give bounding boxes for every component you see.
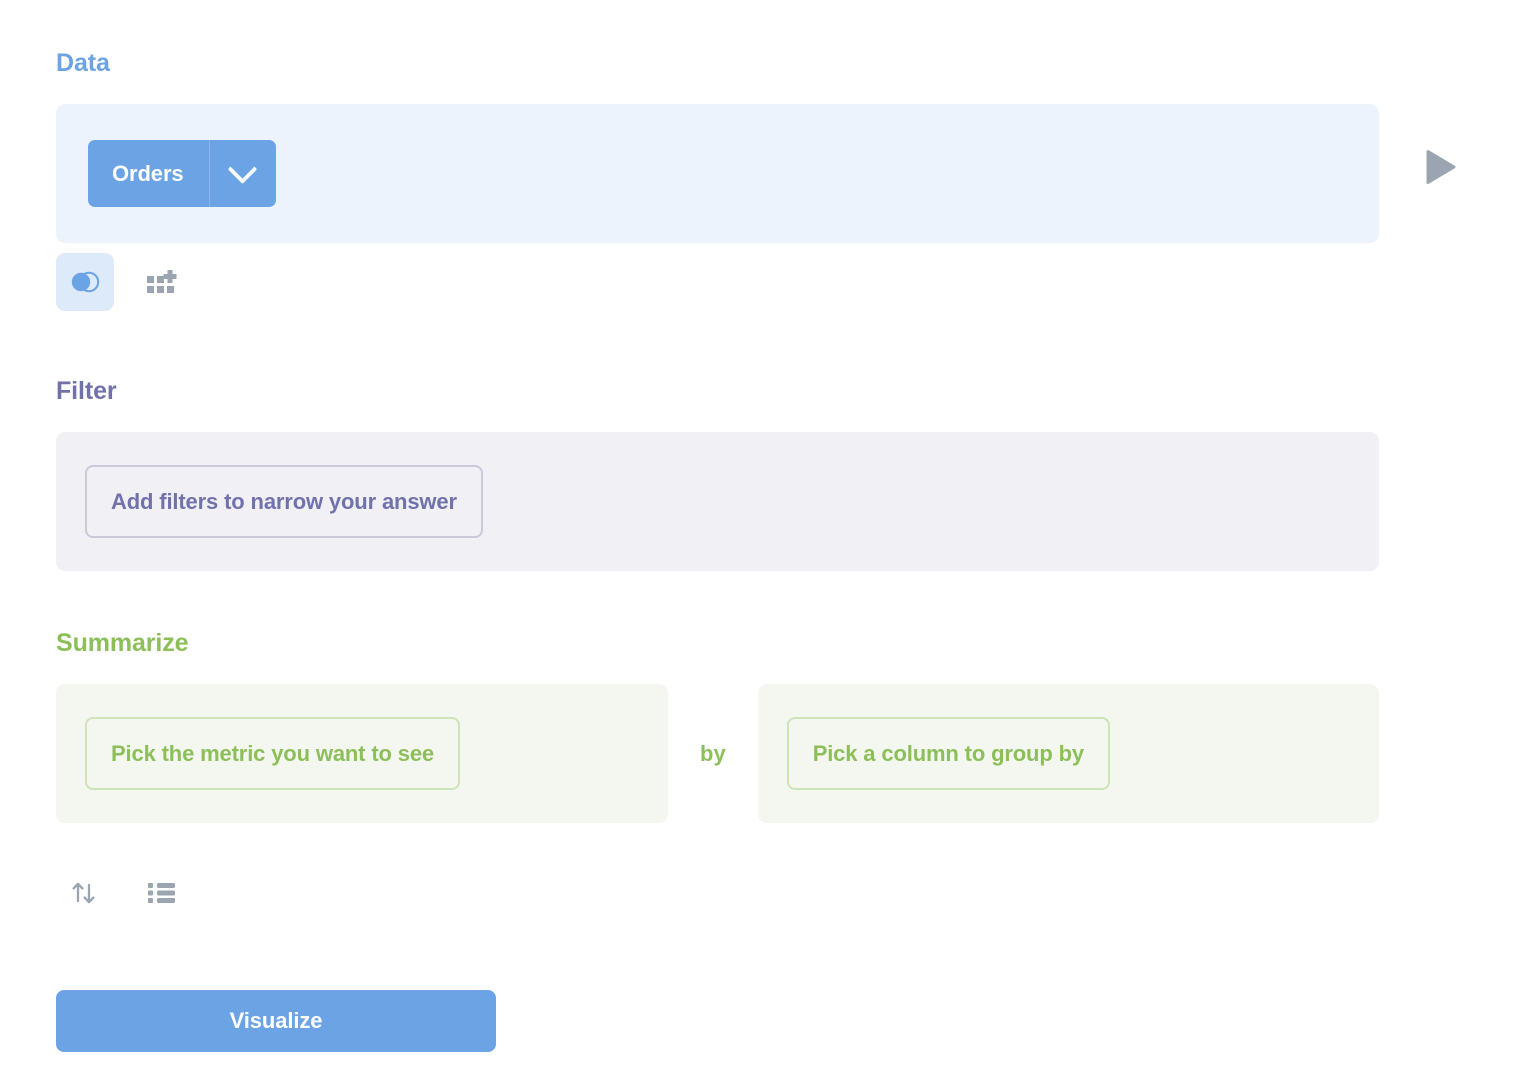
metric-container: Pick the metric you want to see [56, 684, 668, 823]
join-icon[interactable] [56, 253, 114, 311]
table-picker-label: Orders [88, 140, 209, 207]
pick-metric-button[interactable]: Pick the metric you want to see [85, 717, 460, 790]
row-limit-icon[interactable] [133, 864, 191, 922]
sort-icon[interactable] [56, 864, 114, 922]
summarize-step-actions [56, 864, 191, 922]
filter-step-body: Add filters to narrow your answer [56, 432, 1379, 571]
filter-section-title: Filter [56, 379, 1379, 404]
summarize-by-label: by [668, 684, 758, 823]
notebook-editor: Data Orders [0, 0, 1532, 1086]
filter-section: Filter Add filters to narrow your answer [56, 379, 1379, 571]
groupby-container: Pick a column to group by [758, 684, 1379, 823]
data-section: Data Orders [56, 51, 1379, 243]
visualize-button[interactable]: Visualize [56, 990, 496, 1052]
summarize-section: Summarize Pick the metric you want to se… [56, 631, 1379, 823]
table-picker-orders[interactable]: Orders [88, 140, 276, 207]
add-filter-button[interactable]: Add filters to narrow your answer [85, 465, 483, 538]
data-step-actions [56, 253, 191, 311]
pick-groupby-column-button[interactable]: Pick a column to group by [787, 717, 1110, 790]
summarize-step-body: Pick the metric you want to see by Pick … [56, 684, 1379, 823]
data-step-body: Orders [56, 104, 1379, 243]
play-icon[interactable] [1424, 149, 1458, 185]
add-column-icon[interactable] [133, 253, 191, 311]
data-section-title: Data [56, 51, 1379, 76]
summarize-section-title: Summarize [56, 631, 1379, 656]
chevron-down-icon[interactable] [210, 140, 276, 207]
